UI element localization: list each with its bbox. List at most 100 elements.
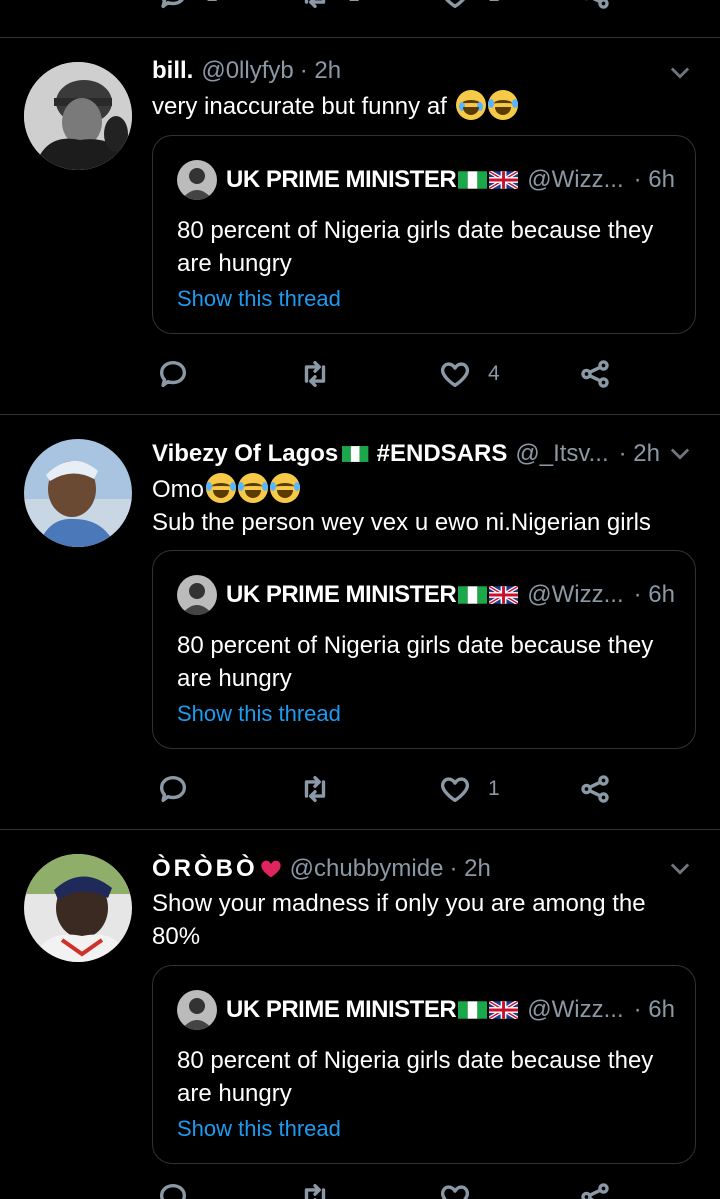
user-handle[interactable]: @_Itsv...: [515, 440, 608, 468]
like-button[interactable]: 1: [438, 772, 500, 806]
chevron-down-icon: [670, 67, 690, 79]
retweet-icon: [304, 1183, 326, 1199]
tweet[interactable]: Vibezy Of Lagos #ENDSARS @_Itsv... · 2h …: [0, 414, 720, 829]
quoted-user-handle: @Wizz...: [527, 996, 624, 1023]
like-count: 1: [488, 0, 500, 7]
uk-flag-icon: [489, 1001, 519, 1019]
chevron-down-icon: [670, 448, 690, 460]
show-thread-link[interactable]: Show this thread: [177, 1116, 341, 1142]
retweet-button[interactable]: 1: [298, 0, 360, 12]
quoted-avatar: [177, 990, 217, 1030]
heart-icon: [440, 777, 470, 803]
quoted-tweet-header: UK PRIME MINISTER @Wizz... · 6h: [177, 575, 675, 615]
tweet-text: very inaccurate but funny af: [152, 90, 680, 123]
quoted-display-name: UK PRIME MINISTER: [226, 996, 457, 1023]
display-name[interactable]: ÒRÒBÒ: [152, 855, 258, 883]
tweet-header: Vibezy Of Lagos #ENDSARS @_Itsv... · 2h: [152, 438, 660, 470]
retweet-icon: [304, 360, 326, 388]
like-count: 1: [488, 777, 500, 800]
reply-button[interactable]: [156, 772, 190, 806]
tweet-header: ÒRÒBÒ @chubbymide · 2h: [152, 853, 660, 885]
avatar-image: [24, 62, 132, 170]
share-button[interactable]: [578, 357, 612, 391]
timestamp[interactable]: · 2h: [449, 855, 490, 883]
nigeria-flag-icon: [458, 1001, 488, 1019]
reply-icon: [159, 1183, 187, 1199]
quoted-tweet-text: 80 percent of Nigeria girls date because…: [177, 217, 654, 277]
avatar-image: [24, 854, 132, 962]
nigeria-flag-icon: [342, 446, 369, 462]
like-button[interactable]: 1: [438, 0, 500, 12]
quoted-tweet[interactable]: UK PRIME MINISTER @Wizz... · 6h 80 perce…: [152, 965, 696, 1164]
quoted-timestamp: · 6h: [633, 996, 675, 1023]
quoted-tweet-header: UK PRIME MINISTER @Wizz... · 6h: [177, 160, 675, 200]
timestamp[interactable]: · 2h: [619, 440, 660, 468]
share-button[interactable]: [578, 1180, 612, 1199]
like-button[interactable]: [438, 1180, 472, 1199]
reply-icon: [161, 0, 184, 9]
more-options-button[interactable]: [666, 854, 694, 882]
like-button[interactable]: 4: [438, 357, 500, 391]
display-name-tag: #ENDSARS: [376, 440, 508, 467]
uk-flag-icon: [489, 171, 519, 189]
share-button[interactable]: [578, 0, 612, 12]
tweet[interactable]: bill. @0llyfyb · 2h very inaccurate but …: [0, 37, 720, 414]
quoted-avatar: [177, 160, 217, 200]
more-options-button[interactable]: [666, 58, 694, 86]
retweet-button[interactable]: [298, 1180, 332, 1199]
face-with-tears-of-joy-emoji: [206, 473, 237, 503]
show-thread-link[interactable]: Show this thread: [177, 701, 341, 727]
share-icon: [581, 1183, 609, 1199]
quoted-user-handle: @Wizz...: [527, 166, 624, 193]
quoted-tweet[interactable]: UK PRIME MINISTER @Wizz... · 6h 80 perce…: [152, 135, 696, 334]
quoted-tweet[interactable]: UK PRIME MINISTER @Wizz... · 6h 80 perce…: [152, 550, 696, 749]
share-icon: [581, 775, 609, 803]
tweet-actions-prev: 1 1 1: [0, 0, 720, 18]
quoted-tweet-header: UK PRIME MINISTER @Wizz... · 6h: [177, 990, 675, 1030]
red-heart-emoji: [261, 860, 281, 878]
uk-flag-icon: [489, 586, 519, 604]
user-handle[interactable]: @0llyfyb: [201, 57, 293, 85]
quoted-timestamp: · 6h: [633, 166, 675, 193]
retweet-count: 1: [348, 0, 360, 7]
face-with-tears-of-joy-emoji: [487, 90, 518, 120]
quoted-timestamp: · 6h: [633, 581, 675, 608]
display-name[interactable]: Vibezy Of Lagos: [152, 440, 338, 468]
avatar-image: [24, 439, 132, 547]
reply-count: 1: [206, 0, 218, 7]
retweet-button[interactable]: [298, 357, 332, 391]
avatar[interactable]: [24, 439, 132, 547]
tweet[interactable]: ÒRÒBÒ @chubbymide · 2h Show your madness…: [0, 829, 720, 1199]
heart-icon: [445, 0, 465, 9]
chevron-down-icon: [670, 863, 690, 875]
user-handle[interactable]: @chubbymide: [290, 855, 444, 883]
avatar[interactable]: [24, 854, 132, 962]
quoted-user-handle: @Wizz...: [527, 581, 624, 608]
avatar[interactable]: [24, 62, 132, 170]
face-with-tears-of-joy-emoji: [238, 473, 269, 503]
heart-icon: [440, 1185, 470, 1199]
retweet-icon: [304, 0, 326, 9]
tweet-header: bill. @0llyfyb · 2h: [152, 55, 660, 87]
quoted-tweet-text: 80 percent of Nigeria girls date because…: [177, 632, 654, 692]
tweet-text: Omo Sub the person wey vex u ewo ni.Nige…: [152, 473, 680, 539]
reply-icon: [159, 360, 187, 388]
loudly-crying-face-emoji: [455, 90, 486, 120]
share-icon: [581, 360, 609, 388]
tweet-text: Show your madness if only you are among …: [152, 890, 646, 950]
reply-button[interactable]: [156, 357, 190, 391]
quoted-display-name: UK PRIME MINISTER: [226, 581, 457, 608]
retweet-button[interactable]: [298, 772, 332, 806]
share-button[interactable]: [578, 772, 612, 806]
show-thread-link[interactable]: Show this thread: [177, 286, 341, 312]
reply-button[interactable]: [156, 1180, 190, 1199]
reply-button[interactable]: 1: [156, 0, 218, 12]
timestamp[interactable]: · 2h: [300, 57, 341, 85]
nigeria-flag-icon: [458, 171, 488, 189]
share-icon: [584, 0, 609, 9]
more-options-button[interactable]: [666, 439, 694, 467]
display-name[interactable]: bill.: [152, 57, 193, 85]
quoted-avatar: [177, 575, 217, 615]
face-with-tears-of-joy-emoji: [270, 473, 301, 503]
quoted-tweet-text: 80 percent of Nigeria girls date because…: [177, 1047, 654, 1107]
